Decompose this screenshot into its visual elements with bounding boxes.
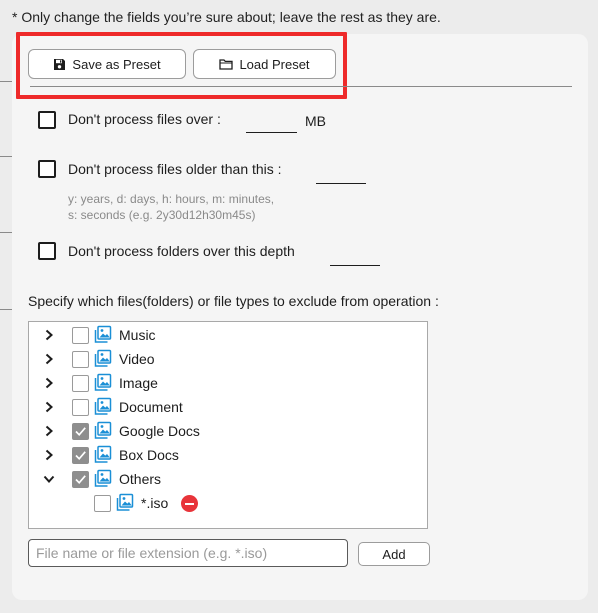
tree-item-box-docs[interactable]: Box Docs <box>29 444 427 466</box>
divider <box>0 309 12 310</box>
chevron-right-icon[interactable] <box>42 424 56 438</box>
tree-item-label: *.iso <box>141 495 169 511</box>
image-icon <box>94 445 112 463</box>
age-format-hint-line2: s: seconds (e.g. 2y30d12h30m45s) <box>68 208 256 222</box>
image-icon <box>94 373 112 391</box>
age-limit-checkbox[interactable] <box>38 160 56 178</box>
tree-item-checkbox[interactable] <box>72 399 89 416</box>
image-icon <box>116 493 134 511</box>
checkmark-icon <box>75 451 86 461</box>
chevron-right-icon[interactable] <box>42 448 56 462</box>
tree-item-checkbox[interactable] <box>72 471 89 488</box>
tree-item-document[interactable]: Document <box>29 396 427 418</box>
folder-icon <box>219 58 234 70</box>
size-limit-field[interactable] <box>246 113 297 133</box>
depth-limit-label: Don't process folders over this depth <box>68 243 295 259</box>
tree-item-label: Box Docs <box>119 447 179 463</box>
tree-item-checkbox[interactable] <box>72 351 89 368</box>
save-preset-label: Save as Preset <box>72 56 161 72</box>
tree-item-checkbox[interactable] <box>72 447 89 464</box>
image-icon <box>94 397 112 415</box>
chevron-right-icon[interactable] <box>42 400 56 414</box>
exclude-heading: Specify which files(folders) or file typ… <box>28 293 439 309</box>
chevron-down-icon[interactable] <box>42 472 56 486</box>
floppy-disk-icon <box>53 58 66 71</box>
tree-item-music[interactable]: Music <box>29 324 427 346</box>
age-format-hint-line1: y: years, d: days, h: hours, m: minutes, <box>68 192 275 206</box>
depth-limit-field[interactable] <box>330 246 380 266</box>
instruction-note: * Only change the fields you’re sure abo… <box>12 9 441 25</box>
chevron-right-icon[interactable] <box>42 352 56 366</box>
tree-item-checkbox[interactable] <box>94 495 111 512</box>
tree-item-google-docs[interactable]: Google Docs <box>29 420 427 442</box>
tree-item-label: Music <box>119 327 156 343</box>
tree-item-others[interactable]: Others <box>29 468 427 490</box>
image-icon <box>94 349 112 367</box>
tree-item-label: Video <box>119 351 155 367</box>
tree-item-image[interactable]: Image <box>29 372 427 394</box>
tree-item-checkbox[interactable] <box>72 327 89 344</box>
load-preset-label: Load Preset <box>239 56 310 72</box>
separator <box>30 86 572 87</box>
checkmark-icon <box>75 475 86 485</box>
age-limit-field[interactable] <box>316 164 366 184</box>
tree-item-checkbox[interactable] <box>72 423 89 440</box>
age-limit-label: Don't process files older than this : <box>68 161 282 177</box>
tree-item-label: Google Docs <box>119 423 200 439</box>
tree-item-label: Image <box>119 375 158 391</box>
tree-item-video[interactable]: Video <box>29 348 427 370</box>
chevron-right-icon[interactable] <box>42 328 56 342</box>
divider <box>0 232 12 233</box>
remove-icon[interactable] <box>181 495 198 512</box>
tree-item-label: Others <box>119 471 162 487</box>
add-button[interactable]: Add <box>358 542 430 566</box>
divider <box>0 81 12 82</box>
save-preset-button[interactable]: Save as Preset <box>28 49 186 79</box>
size-limit-label: Don't process files over : <box>68 111 221 127</box>
divider <box>0 156 12 157</box>
image-icon <box>94 421 112 439</box>
tree-item-checkbox[interactable] <box>72 375 89 392</box>
size-unit-label: MB <box>305 113 326 129</box>
depth-limit-checkbox[interactable] <box>38 242 56 260</box>
tree-item-label: Document <box>119 399 183 415</box>
image-icon <box>94 325 112 343</box>
exclude-tree[interactable]: Music Video Image Document Google Docs B… <box>28 321 428 529</box>
size-limit-checkbox[interactable] <box>38 111 56 129</box>
checkmark-icon <box>75 427 86 437</box>
chevron-right-icon[interactable] <box>42 376 56 390</box>
tree-item-iso[interactable]: *.iso <box>29 492 427 514</box>
exclude-pattern-input[interactable] <box>28 539 348 567</box>
image-icon <box>94 469 112 487</box>
load-preset-button[interactable]: Load Preset <box>193 49 336 79</box>
